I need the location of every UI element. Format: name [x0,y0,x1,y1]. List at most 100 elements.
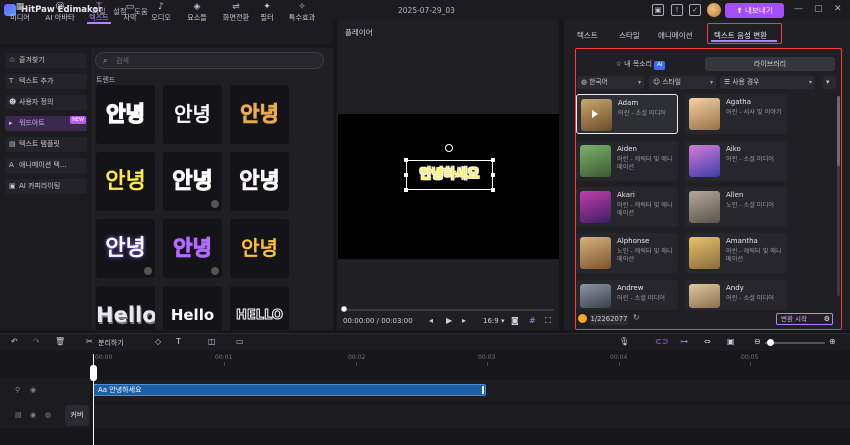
refresh-icon[interactable]: ↻ [633,313,640,322]
user-avatar[interactable] [707,3,721,17]
voice-card-alphonse[interactable]: Alphonse 노인 - 캐릭터 및 애니메이션 [576,233,678,273]
text-style-tile[interactable]: Hello [96,286,155,330]
playhead-handle[interactable] [90,365,97,381]
resize-handle[interactable] [404,188,408,192]
play-preview-icon[interactable] [592,110,598,118]
text-style-tile[interactable]: 안녕 [230,152,289,211]
minimize-icon[interactable]: — [794,4,803,14]
tab-subtitle[interactable]: ▭ 자막 [117,0,143,24]
tab-filter[interactable]: ✦ 필터 [257,0,277,24]
play-icon[interactable]: ▶ [446,316,452,325]
subtab-my-voice[interactable]: ☆ 내 목소리 AI [580,57,701,71]
subtab-library[interactable]: 라이브러리 [705,57,835,71]
text-style-tile[interactable]: 안녕↓ [163,219,222,278]
sidebar-item-text-template[interactable]: ▤ 텍스트 템플릿 [5,137,87,152]
sidebar-item-wordart[interactable]: ▸ 워드아트 NEW [5,116,87,131]
text-style-tile[interactable]: 안녕↓ [163,152,222,211]
feedback-icon[interactable]: ! [671,4,683,16]
undo-icon[interactable]: ↶ [11,337,18,346]
playback-progress-track[interactable] [342,309,554,311]
resize-handle[interactable] [491,158,495,162]
voice-card-allen[interactable]: Allen 노인 - 소셜 미디어 [685,187,787,227]
search-box[interactable]: ⌕ [95,52,324,69]
text-selection-box[interactable]: 안녕하세요 [406,160,493,190]
sidebar-item-ai-copywriting[interactable]: ▣ AI 카피라이팅 [5,179,87,194]
split-label[interactable]: 분리하기 [98,338,124,348]
download-icon[interactable]: ↓ [211,267,219,275]
microphone-icon[interactable]: 🎙 [619,337,629,346]
text-style-tile[interactable]: Hello [163,286,222,330]
delete-icon[interactable]: 🗑 [55,337,65,346]
voice-list-scroll-thumb[interactable] [837,96,840,166]
tab-animation[interactable]: 애니메이션 [658,30,693,41]
link-track-icon[interactable]: ⚲ [15,386,20,394]
video-track[interactable] [93,404,850,428]
tab-ai-avatar[interactable]: ☺ AI 아바타 [40,0,80,24]
zoom-out-icon[interactable]: ⊖ [754,337,761,346]
link-icon[interactable]: ⊶ [680,337,688,346]
text-style-tile[interactable]: 안녕 [230,219,289,278]
sidebar-item-favorites[interactable]: ☆ 즐겨찾기 [5,53,87,68]
text-clip[interactable]: Aa 안녕하세요 [93,384,486,396]
preview-quality-icon[interactable]: ▣ [727,337,735,346]
aspect-ratio-select[interactable]: 16:9 ▾ [483,317,504,325]
text-style-tile[interactable]: 안녕↓ [96,219,155,278]
voice-card-andrew[interactable]: Andrew 어린 - 소셜 미디어 [576,280,678,310]
crop-tool-icon[interactable]: ▭ [236,337,244,346]
tab-text-props[interactable]: 텍스트 [577,30,598,41]
resize-handle[interactable] [404,173,408,177]
text-style-tile[interactable]: 안녕 [96,85,155,144]
tab-elements[interactable]: ◈ 요소들 [180,0,214,24]
visibility-icon[interactable]: ◉ [30,386,36,394]
sidebar-item-animation-text[interactable]: A 애니메이션 텍... [5,158,87,173]
resize-handle[interactable] [404,158,408,162]
text-style-tile[interactable]: 안녕 [230,85,289,144]
preview-canvas[interactable]: 안녕하세요 [338,114,559,259]
download-icon[interactable]: ↓ [211,200,219,208]
snapshot-icon[interactable]: ◙ [511,316,519,325]
close-icon[interactable]: ✕ [834,4,842,14]
text-tool-icon[interactable]: T [176,337,181,346]
fit-icon[interactable]: ⇔ [704,337,711,346]
next-frame-icon[interactable]: ▸ [462,316,466,325]
fullscreen-icon[interactable]: ⛶ [545,316,551,326]
freeze-icon[interactable]: ◫ [208,337,216,346]
download-icon[interactable]: ↓ [144,267,152,275]
resize-handle[interactable] [491,188,495,192]
voice-card-aiden[interactable]: Aiden 어린 - 캐릭터 및 애니메이션 [576,141,678,181]
zoom-in-icon[interactable]: ⊕ [829,337,836,346]
voice-card-akari[interactable]: Akari 어린 - 캐릭터 및 애니메이션 [576,187,678,227]
timeline-ruler[interactable] [93,352,850,366]
voice-card-aiko[interactable]: Aiko 어린 - 소셜 미디어 [685,141,787,181]
voice-card-andy[interactable]: Andy 어린 - 소셜 미디어 [685,280,787,310]
rotate-handle[interactable] [445,144,453,152]
task-icon[interactable]: ✓ [689,4,701,16]
text-style-tile[interactable]: HELLO [230,286,289,330]
language-filter[interactable]: ◍ 한국어 ▾ [577,76,644,89]
settings-icon[interactable]: ⚙ [824,314,830,324]
split-icon[interactable]: ✂ [86,337,93,346]
maximize-icon[interactable]: ▢ [814,4,823,14]
tab-transition[interactable]: ⇌ 화면전환 [217,0,255,24]
text-style-tile[interactable]: 안녕 [96,152,155,211]
tab-style[interactable]: 스타일 [619,30,640,41]
sidebar-item-custom[interactable]: ☻ 사용자 정의 [5,95,87,110]
tab-audio[interactable]: ♪ 오디오 [146,0,176,24]
voice-card-agatha[interactable]: Agatha 어린 - 서사 및 이야기 [685,94,787,134]
text-style-tile[interactable]: 안녕 [163,85,222,144]
visibility-icon[interactable]: ◉ [30,411,36,419]
lock-icon[interactable]: ▤ [15,411,22,419]
cover-button[interactable]: 커버 [65,405,89,426]
search-input[interactable] [116,55,316,66]
redo-icon[interactable]: ↷ [33,337,40,346]
start-conversion-button[interactable]: 변환 시작 ⚙ [776,313,833,325]
mute-icon[interactable]: ◍ [45,411,51,419]
voice-card-amantha[interactable]: Amantha 어린 - 캐릭터 및 애니메이션 [685,233,787,273]
playback-progress-knob[interactable] [341,306,347,312]
magnet-icon[interactable]: ⊂⊃ [655,337,668,346]
prev-frame-icon[interactable]: ◂ [429,316,433,325]
screenshot-icon[interactable]: ▣ [652,4,664,16]
sidebar-item-add-text[interactable]: T 텍스트 추가 [5,74,87,89]
zoom-slider-knob[interactable] [767,339,774,346]
expand-filters-button[interactable]: ▾ [823,76,836,89]
